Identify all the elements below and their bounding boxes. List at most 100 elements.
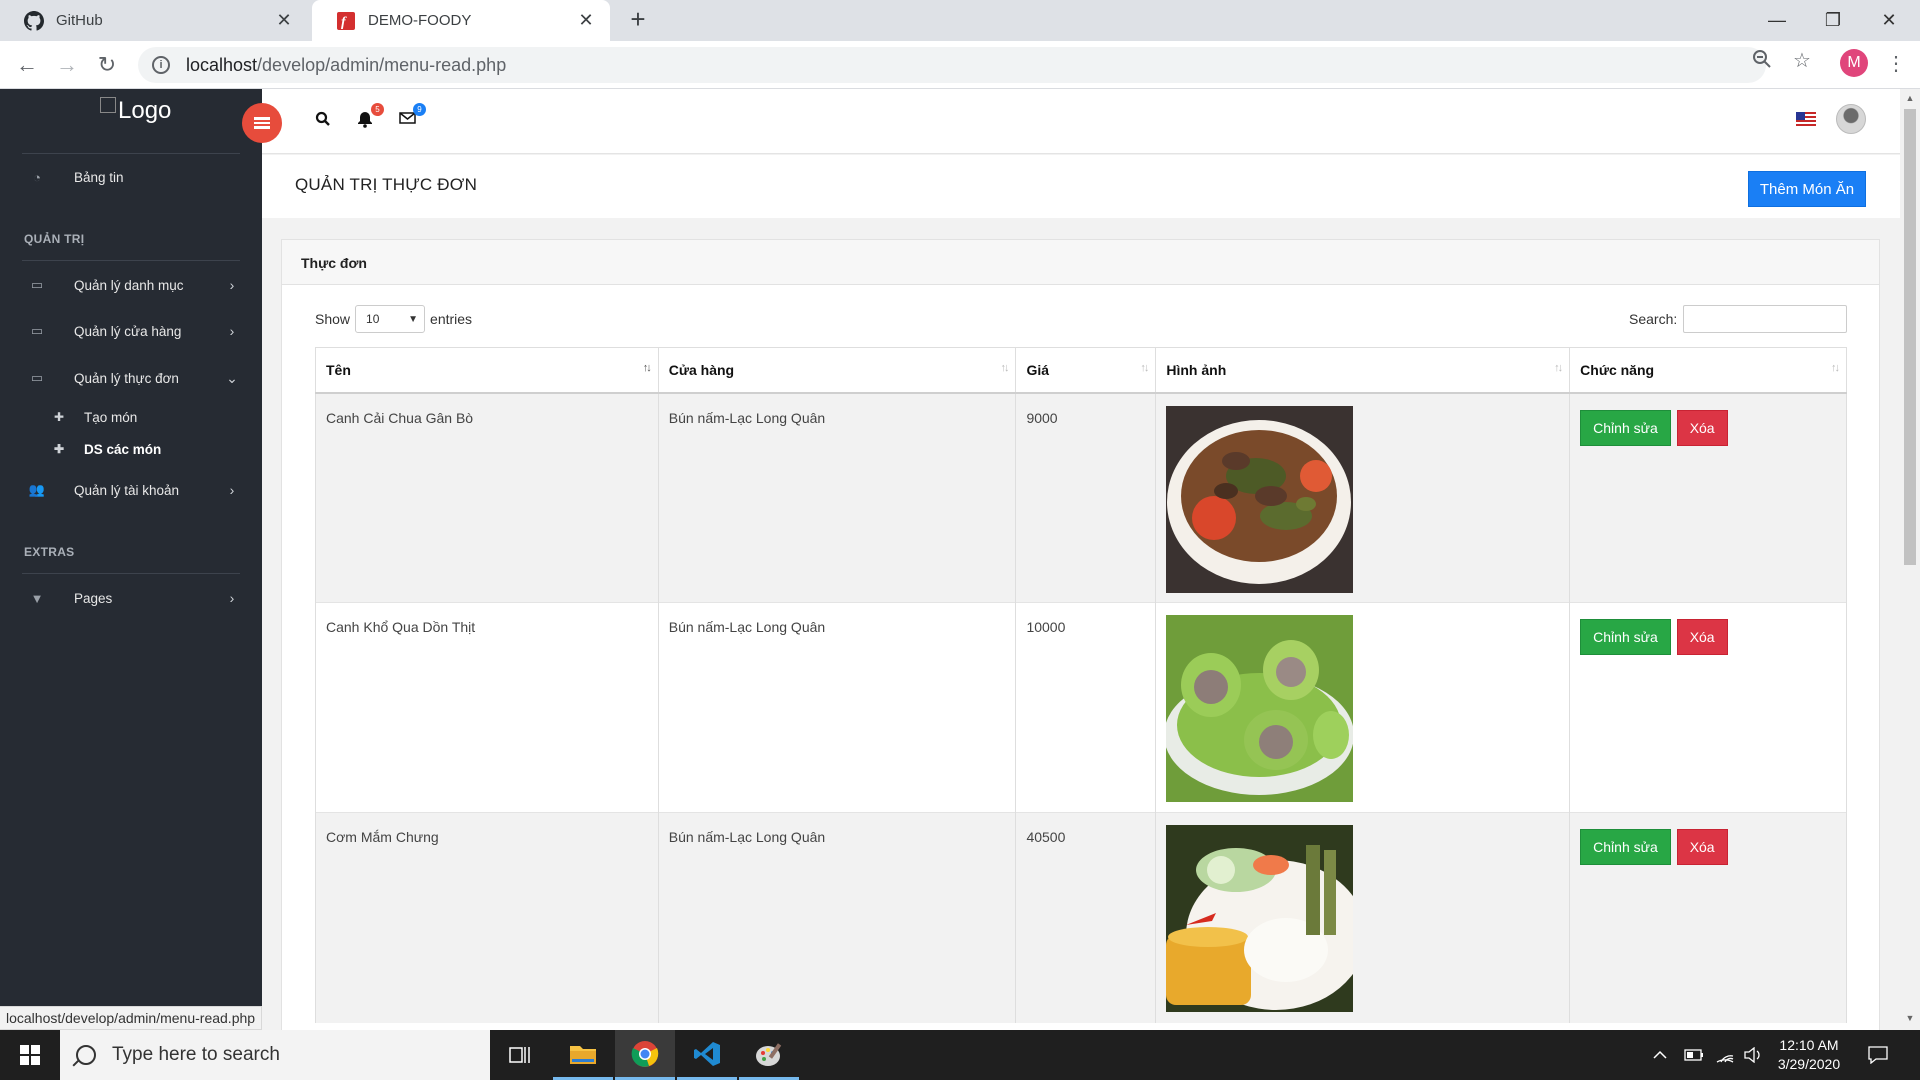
info-icon[interactable]: i <box>152 56 170 74</box>
column-header-image[interactable]: Hình ảnh ↑↓ <box>1155 347 1571 394</box>
card-title: Thực đơn <box>282 240 1879 285</box>
zoom-icon[interactable] <box>1750 49 1774 73</box>
back-icon[interactable]: ← <box>12 50 42 80</box>
sidebar-item-label: Quản lý thực đơn <box>74 370 179 386</box>
dropdown-arrow-icon: ▼ <box>408 313 419 325</box>
sidebar-item-pages[interactable]: ▼ Pages › <box>0 578 262 618</box>
laptop-icon: ▭ <box>30 277 44 292</box>
page-title: QUẢN TRỊ THỰC ĐƠN <box>295 175 478 194</box>
taskbar-search[interactable]: Type here to search <box>60 1030 490 1080</box>
column-header-actions[interactable]: Chức năng ↑↓ <box>1569 347 1847 394</box>
tab-demo-foody[interactable]: f DEMO-FOODY ✕ <box>312 0 610 41</box>
envelope-icon[interactable]: 9 <box>396 103 426 133</box>
sidebar-subitem-dish-list[interactable]: ✚ DS các món <box>0 435 262 463</box>
tab-title: GitHub <box>56 12 103 29</box>
scroll-up-icon[interactable]: ▲ <box>1905 93 1915 103</box>
browser-toolbar: ← → ↻ i localhost/develop/admin/menu-rea… <box>0 41 1920 89</box>
cell-name: Cơm Mắm Chưng <box>315 812 659 1023</box>
logo[interactable]: Logo <box>100 97 171 125</box>
forward-icon[interactable]: → <box>52 50 82 80</box>
file-explorer-icon[interactable] <box>553 1030 613 1080</box>
close-tab-icon[interactable]: ✕ <box>274 10 294 31</box>
paint-icon[interactable] <box>739 1030 799 1080</box>
cell-name: Canh Khổ Qua Dồn Thịt <box>315 602 659 813</box>
edit-button[interactable]: Chỉnh sửa <box>1580 409 1671 446</box>
dish-photo-beef-sour-soup <box>1166 405 1354 593</box>
profile-avatar[interactable]: M <box>1840 49 1868 77</box>
bookmark-star-icon[interactable]: ☆ <box>1790 49 1814 73</box>
laptop-icon: ▭ <box>30 323 44 338</box>
sidebar-item-label: Tạo món <box>84 409 138 425</box>
search-icon[interactable] <box>312 111 334 133</box>
column-header-store[interactable]: Cửa hàng ↑↓ <box>657 347 1017 394</box>
user-avatar[interactable] <box>1836 104 1866 134</box>
search-label: Search: <box>1629 311 1678 327</box>
sidebar-item-stores[interactable]: ▭ Quản lý cửa hàng › <box>0 311 262 351</box>
search-input[interactable] <box>1683 305 1848 333</box>
sidebar-item-accounts[interactable]: 👥 Quản lý tài khoản › <box>0 470 262 510</box>
sidebar-item-dashboard[interactable]: ◔ Bảng tin <box>0 157 262 197</box>
delete-button[interactable]: Xóa <box>1676 619 1728 655</box>
menu-kebab-icon[interactable]: ⋮ <box>1884 49 1908 79</box>
table-header-row: Tên ↑↓ Cửa hàng ↑↓ Giá ↑↓ Hình ảnh ↑↓ Chức n… <box>315 347 1847 394</box>
chevron-right-icon: › <box>229 482 235 498</box>
sidebar-item-categories[interactable]: ▭ Quản lý danh mục › <box>0 265 262 305</box>
chevron-right-icon: › <box>229 590 235 606</box>
close-window-icon[interactable]: ✕ <box>1868 0 1910 41</box>
column-header-price[interactable]: Giá ↑↓ <box>1015 347 1157 394</box>
sort-icon: ↑↓ <box>1831 362 1840 374</box>
volume-icon[interactable] <box>1744 1030 1762 1080</box>
show-hidden-icons[interactable] <box>1652 1030 1668 1080</box>
wifi-icon[interactable] <box>1716 1030 1734 1080</box>
taskbar-clock[interactable]: 12:10 AM 3/29/2020 <box>1764 1036 1854 1074</box>
table-row: Canh Khổ Qua Dồn Thịt Bún nấm-Lạc Long Q… <box>315 602 1847 813</box>
sidebar-subitem-create-dish[interactable]: ✚ Tạo món <box>0 403 262 431</box>
new-tab-icon[interactable]: + <box>624 6 652 34</box>
start-button[interactable] <box>0 1030 60 1080</box>
bell-icon[interactable]: 5 <box>354 103 384 133</box>
delete-button[interactable]: Xóa <box>1676 829 1728 865</box>
chrome-icon[interactable] <box>615 1030 675 1080</box>
cell-store: Bún nấm-Lạc Long Quân <box>657 812 1017 1023</box>
sort-asc-icon: ↑↓ <box>642 362 652 374</box>
column-header-name[interactable]: Tên ↑↓ <box>315 347 659 394</box>
cell-actions: Chỉnh sửa Xóa <box>1569 812 1847 1023</box>
chevron-right-icon: › <box>229 323 235 339</box>
table-row: Cơm Mắm Chưng Bún nấm-Lạc Long Quân 4050… <box>315 812 1847 1023</box>
reload-icon[interactable]: ↻ <box>92 50 122 80</box>
page-scrollbar[interactable]: ▲ ▼ <box>1900 89 1920 1030</box>
section-heading-extras: EXTRAS <box>24 545 75 559</box>
edit-button[interactable]: Chỉnh sửa <box>1580 619 1671 655</box>
logo-area: Logo <box>0 89 262 153</box>
task-view-icon[interactable] <box>490 1030 550 1080</box>
windows-taskbar: Type here to search 12:10 AM 3/29/2020 <box>0 1030 1920 1080</box>
minimize-icon[interactable]: — <box>1756 0 1798 41</box>
action-center-icon[interactable] <box>1868 1030 1888 1080</box>
cell-actions: Chỉnh sửa Xóa <box>1569 602 1847 813</box>
cell-price: 40500 <box>1015 812 1157 1023</box>
scrollbar-thumb[interactable] <box>1904 109 1916 565</box>
tab-github[interactable]: GitHub ✕ <box>0 0 308 41</box>
url-text: localhost/develop/admin/menu-read.php <box>186 54 507 75</box>
vscode-icon[interactable] <box>677 1030 737 1080</box>
sidebar-item-menu[interactable]: ▭ Quản lý thực đơn ⌄ <box>0 358 262 398</box>
us-flag-icon[interactable] <box>1796 112 1816 126</box>
tab-title: DEMO-FOODY <box>368 12 472 29</box>
address-bar[interactable]: i localhost/develop/admin/menu-read.php <box>138 47 1766 83</box>
cell-actions: Chỉnh sửa Xóa <box>1569 392 1847 603</box>
cell-image <box>1155 392 1571 603</box>
scroll-down-icon[interactable]: ▼ <box>1905 1013 1915 1023</box>
delete-button[interactable]: Xóa <box>1676 409 1728 446</box>
restore-icon[interactable]: ❐ <box>1812 0 1854 41</box>
top-header: 5 9 <box>262 89 1900 154</box>
sidebar-toggle-button[interactable] <box>242 103 282 143</box>
close-tab-icon[interactable]: ✕ <box>576 10 596 31</box>
add-dish-button[interactable]: Thêm Món Ăn <box>1748 171 1866 207</box>
dish-photo-bitter-melon-soup <box>1166 615 1354 802</box>
taskbar-search-placeholder: Type here to search <box>112 1044 280 1065</box>
divider <box>22 153 240 154</box>
menu-card: Thực đơn Show 10 ▼ entries Search: Tên ↑↓… <box>281 239 1880 1039</box>
edit-button[interactable]: Chỉnh sửa <box>1580 829 1671 865</box>
entries-select[interactable]: 10 ▼ <box>355 305 426 333</box>
battery-icon[interactable] <box>1684 1030 1704 1080</box>
